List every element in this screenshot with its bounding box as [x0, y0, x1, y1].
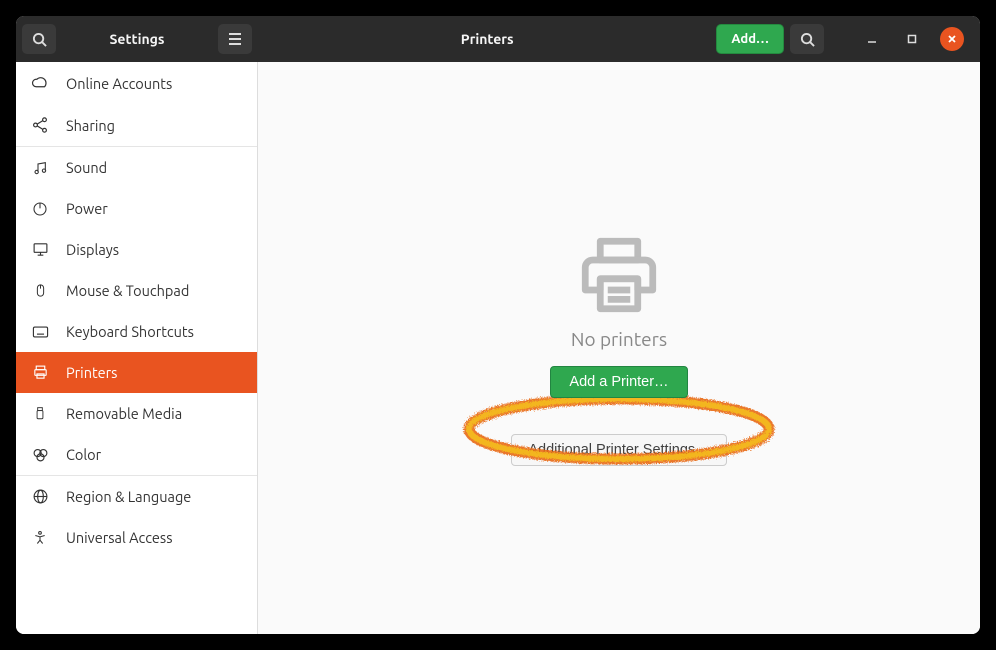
sidebar-item-label: Sharing: [66, 117, 115, 134]
sidebar-item-region-language[interactable]: Region & Language: [16, 476, 257, 517]
close-icon: [947, 34, 957, 44]
empty-state-text: No printers: [571, 328, 667, 350]
close-button[interactable]: [940, 27, 964, 51]
sidebar-item-universal-access[interactable]: Universal Access: [16, 517, 257, 558]
sidebar-title: Settings: [60, 31, 214, 47]
settings-window: Settings Printers Add…: [16, 16, 980, 634]
sidebar-search-button[interactable]: [22, 24, 56, 54]
usb-icon: [30, 405, 50, 422]
hamburger-icon: [228, 33, 242, 45]
sidebar-item-label: Online Accounts: [66, 75, 172, 92]
sidebar-item-sound[interactable]: Sound: [16, 147, 257, 188]
minimize-button[interactable]: [860, 27, 884, 51]
power-icon: [30, 201, 50, 217]
keyboard-icon: [30, 325, 50, 339]
window-body: Online Accounts Sharing Sound Power: [16, 62, 980, 634]
sidebar-item-label: Power: [66, 200, 108, 217]
sidebar-item-removable-media[interactable]: Removable Media: [16, 393, 257, 434]
sidebar-item-online-accounts[interactable]: Online Accounts: [16, 62, 257, 104]
titlebar: Settings Printers Add…: [16, 16, 980, 62]
sidebar-item-label: Displays: [66, 241, 119, 258]
maximize-icon: [907, 34, 917, 44]
display-icon: [30, 241, 50, 258]
sidebar-item-label: Printers: [66, 364, 117, 381]
search-icon: [32, 32, 47, 47]
search-icon: [800, 32, 815, 47]
sidebar-item-label: Removable Media: [66, 405, 182, 422]
sidebar-item-keyboard-shortcuts[interactable]: Keyboard Shortcuts: [16, 311, 257, 352]
additional-settings-label: Additional Printer Settings…: [528, 442, 709, 458]
add-printer-button-label: Add a Printer…: [569, 374, 668, 390]
sidebar-item-power[interactable]: Power: [16, 188, 257, 229]
page-title: Printers: [264, 31, 710, 47]
additional-printer-settings-button[interactable]: Additional Printer Settings…: [511, 434, 726, 466]
sidebar-item-label: Region & Language: [66, 488, 191, 505]
minimize-icon: [867, 34, 877, 44]
printer-large-icon: [574, 230, 664, 320]
globe-icon: [30, 488, 50, 505]
add-button-label: Add…: [731, 32, 769, 46]
maximize-button[interactable]: [900, 27, 924, 51]
mouse-icon: [30, 282, 50, 299]
add-printer-header-button[interactable]: Add…: [716, 24, 784, 54]
accessibility-icon: [30, 529, 50, 546]
sidebar-item-label: Color: [66, 446, 101, 463]
add-printer-button[interactable]: Add a Printer…: [550, 366, 687, 398]
printer-icon: [30, 364, 50, 381]
sidebar-item-label: Universal Access: [66, 529, 173, 546]
content-search-button[interactable]: [790, 24, 824, 54]
color-icon: [30, 447, 50, 462]
sidebar-item-printers[interactable]: Printers: [16, 352, 257, 393]
titlebar-left: Settings: [16, 24, 258, 54]
share-icon: [30, 116, 50, 134]
sidebar-item-label: Sound: [66, 159, 107, 176]
cloud-icon: [30, 74, 50, 92]
sidebar-item-sharing[interactable]: Sharing: [16, 104, 257, 146]
hamburger-menu-button[interactable]: [218, 24, 252, 54]
sidebar-item-label: Mouse & Touchpad: [66, 282, 189, 299]
sidebar-item-color[interactable]: Color: [16, 434, 257, 475]
music-icon: [30, 160, 50, 176]
titlebar-right: Printers Add…: [258, 24, 980, 54]
sidebar-item-mouse-touchpad[interactable]: Mouse & Touchpad: [16, 270, 257, 311]
sidebar-item-label: Keyboard Shortcuts: [66, 323, 194, 340]
sidebar-item-displays[interactable]: Displays: [16, 229, 257, 270]
content-area: No printers Add a Printer… Additional Pr…: [258, 62, 980, 634]
sidebar: Online Accounts Sharing Sound Power: [16, 62, 258, 634]
